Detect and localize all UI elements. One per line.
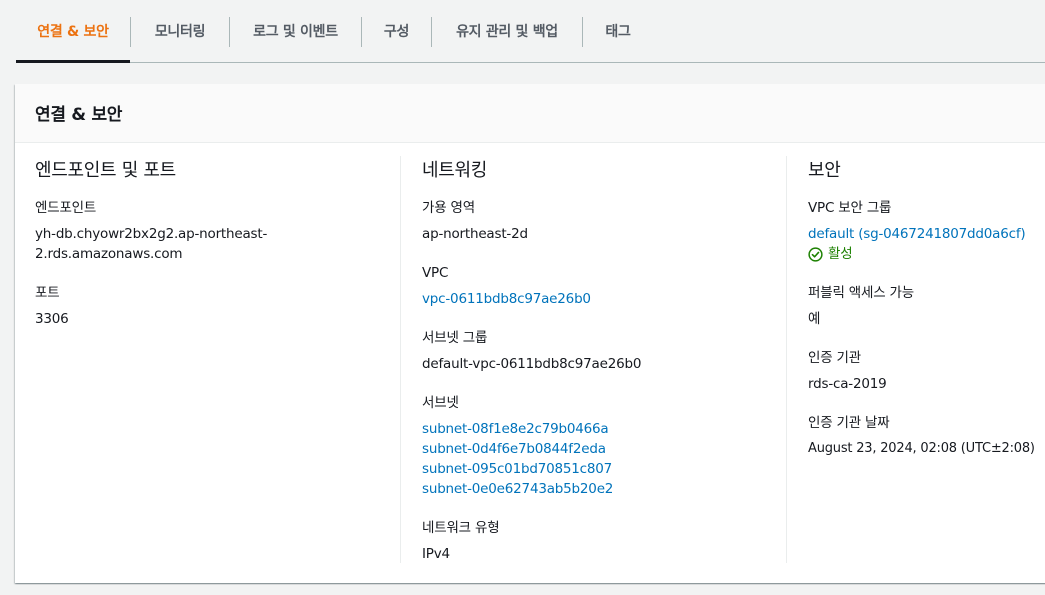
status-text: 활성 xyxy=(828,246,853,262)
network-type-value: IPv4 xyxy=(422,546,450,562)
subnet-group-value: default-vpc-0611bdb8c97ae26b0 xyxy=(422,356,642,372)
az-field: 가용 영역 ap-northeast-2d xyxy=(422,198,528,244)
ca-field: 인증 기관 rds-ca-2019 xyxy=(808,348,887,394)
vpc-field: VPC vpc-0611bdb8c97ae26b0 xyxy=(422,263,591,309)
subnets-label: 서브넷 xyxy=(422,395,459,411)
tab-monitoring[interactable]: 모니터링 xyxy=(131,0,229,62)
tab-connectivity-security[interactable]: 연결 & 보안 xyxy=(16,0,130,63)
section-title-networking: 네트워킹 xyxy=(422,160,488,181)
panel-header: 연결 & 보안 xyxy=(15,84,1045,143)
section-title-security: 보안 xyxy=(808,160,841,181)
ca-value: rds-ca-2019 xyxy=(808,376,887,392)
subnet-link[interactable]: subnet-0d4f6e7b0844f2eda xyxy=(422,439,613,459)
subnet-list: subnet-08f1e8e2c79b0466a subnet-0d4f6e7b… xyxy=(422,419,613,499)
public-access-value: 예 xyxy=(808,311,821,327)
network-type-label: 네트워크 유형 xyxy=(422,520,500,536)
port-value: 3306 xyxy=(35,311,69,327)
az-value: ap-northeast-2d xyxy=(422,226,528,242)
endpoint-value-line2: 2.rds.amazonaws.com xyxy=(35,246,183,262)
status-badge: 활성 xyxy=(808,244,1025,264)
subnet-link[interactable]: subnet-08f1e8e2c79b0466a xyxy=(422,419,613,439)
public-access-label: 퍼블릭 액세스 가능 xyxy=(808,285,914,301)
port-field: 포트 3306 xyxy=(35,283,69,329)
subnet-link[interactable]: subnet-095c01bd70851c807 xyxy=(422,459,613,479)
tab-bar: 연결 & 보안 모니터링 로그 및 이벤트 구성 유지 관리 및 백업 태그 xyxy=(16,0,1045,63)
vpc-link[interactable]: vpc-0611bdb8c97ae26b0 xyxy=(422,289,591,309)
public-access-field: 퍼블릭 액세스 가능 예 xyxy=(808,283,914,329)
vpc-label: VPC xyxy=(422,265,449,281)
security-group-link[interactable]: default (sg-0467241807dd0a6cf) xyxy=(808,224,1026,244)
section-title-endpoint: 엔드포인트 및 포트 xyxy=(35,160,176,181)
subnets-field: 서브넷 subnet-08f1e8e2c79b0466a subnet-0d4f… xyxy=(422,393,613,499)
check-circle-icon xyxy=(808,246,823,262)
endpoint-value-line1: yh-db.chyowr2bx2g2.ap-northeast- xyxy=(35,226,268,242)
az-label: 가용 영역 xyxy=(422,200,475,216)
tab-logs-events[interactable]: 로그 및 이벤트 xyxy=(230,0,361,62)
tab-maintenance-backup[interactable]: 유지 관리 및 백업 xyxy=(432,0,582,62)
networking-column: 네트워킹 가용 영역 ap-northeast-2d VPC vpc-0611b… xyxy=(400,156,787,563)
subnet-link[interactable]: subnet-0e0e62743ab5b20e2 xyxy=(422,479,613,499)
endpoint-field: 엔드포인트 yh-db.chyowr2bx2g2.ap-northeast- 2… xyxy=(35,198,267,264)
security-group-label: VPC 보안 그룹 xyxy=(808,200,892,216)
panel-title: 연결 & 보안 xyxy=(35,105,123,125)
port-label: 포트 xyxy=(35,285,60,301)
ca-date-value: August 23, 2024, 02:08 (UTC±2:08) xyxy=(808,441,1035,456)
network-type-field: 네트워크 유형 IPv4 xyxy=(422,518,500,564)
ca-date-label: 인증 기관 날짜 xyxy=(808,415,890,431)
endpoint-label: 엔드포인트 xyxy=(35,200,97,216)
tab-configuration[interactable]: 구성 xyxy=(362,0,431,62)
security-group-field: VPC 보안 그룹 default (sg-0467241807dd0a6cf)… xyxy=(808,198,1026,264)
endpoint-value[interactable]: yh-db.chyowr2bx2g2.ap-northeast- 2.rds.a… xyxy=(35,224,267,264)
subnet-group-field: 서브넷 그룹 default-vpc-0611bdb8c97ae26b0 xyxy=(422,328,641,374)
security-column: 보안 VPC 보안 그룹 default (sg-0467241807dd0a6… xyxy=(786,156,1045,563)
tab-tags[interactable]: 태그 xyxy=(583,0,653,62)
endpoint-port-column: 엔드포인트 및 포트 엔드포인트 yh-db.chyowr2bx2g2.ap-n… xyxy=(35,156,400,563)
ca-date-field: 인증 기관 날짜 August 23, 2024, 02:08 (UTC±2:0… xyxy=(808,413,1045,459)
subnet-group-label: 서브넷 그룹 xyxy=(422,330,488,346)
connectivity-security-panel: 연결 & 보안 엔드포인트 및 포트 엔드포인트 yh-db.chyowr2bx… xyxy=(15,84,1045,583)
ca-label: 인증 기관 xyxy=(808,350,861,366)
